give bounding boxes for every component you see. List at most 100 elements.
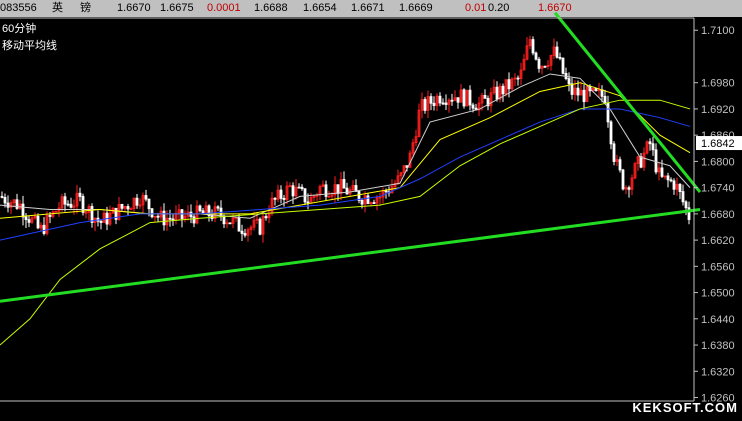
- candle: [495, 81, 499, 102]
- candle-body: [282, 197, 286, 200]
- candle: [648, 138, 652, 151]
- candle-body: [189, 211, 193, 218]
- candle-body: [3, 197, 7, 204]
- candle-body: [648, 141, 652, 145]
- candle: [288, 182, 292, 188]
- candle: [540, 65, 544, 75]
- candle: [297, 183, 301, 189]
- candle-body: [516, 77, 520, 80]
- y-tick-label: 1.7100: [701, 25, 735, 37]
- candle-body: [222, 215, 226, 225]
- moving-averages-layer: [0, 73, 691, 346]
- candle: [27, 215, 31, 228]
- candle: [675, 177, 679, 196]
- candle: [501, 83, 505, 102]
- candle-body: [501, 85, 505, 95]
- candle: [615, 154, 619, 167]
- candle: [603, 89, 607, 105]
- candle-body: [684, 201, 688, 209]
- candle-body: [384, 190, 388, 193]
- candle: [225, 219, 229, 229]
- candle: [525, 37, 529, 61]
- candle-body: [126, 206, 130, 210]
- candle: [645, 140, 649, 155]
- candle: [312, 194, 316, 202]
- candle: [45, 211, 49, 236]
- candle: [309, 192, 313, 203]
- candle: [264, 213, 268, 221]
- candle: [486, 95, 490, 111]
- candle: [528, 35, 532, 50]
- y-tick-label: 1.6380: [701, 340, 735, 352]
- candle: [324, 180, 328, 201]
- candle: [300, 184, 304, 191]
- candle: [621, 168, 625, 191]
- candle: [492, 79, 496, 95]
- candle: [429, 93, 433, 111]
- candle-body: [543, 65, 547, 68]
- candle: [678, 183, 682, 200]
- candle: [585, 84, 589, 103]
- candle-body: [441, 102, 445, 105]
- candle: [420, 92, 424, 119]
- candle: [624, 185, 628, 195]
- candle: [21, 195, 25, 226]
- candle: [537, 56, 541, 73]
- candle: [180, 209, 184, 228]
- candle: [78, 187, 82, 202]
- candle: [249, 225, 253, 236]
- candle-body: [603, 95, 607, 104]
- candle: [6, 195, 10, 213]
- candle: [423, 96, 427, 114]
- candle: [318, 184, 322, 201]
- candle: [531, 36, 535, 56]
- candle-body: [198, 205, 202, 212]
- candle: [246, 227, 250, 242]
- candle: [195, 200, 199, 225]
- candle: [30, 215, 34, 224]
- candle: [552, 38, 556, 59]
- candle: [633, 161, 637, 180]
- candle-body: [273, 197, 277, 200]
- candle: [438, 92, 442, 107]
- candle: [81, 193, 85, 216]
- candle: [642, 147, 646, 171]
- candle-body: [567, 78, 571, 85]
- candles-layer: [0, 35, 691, 243]
- candle-body: [303, 188, 307, 203]
- candle-body: [66, 203, 70, 206]
- candle: [24, 213, 28, 228]
- candle: [396, 169, 400, 186]
- candle-body: [345, 187, 349, 195]
- candle: [483, 89, 487, 99]
- candle: [582, 84, 586, 111]
- candle: [144, 189, 148, 202]
- candle-body: [171, 218, 175, 221]
- candle-body: [627, 187, 631, 190]
- candle-body: [147, 198, 151, 210]
- candle: [321, 180, 325, 188]
- candle: [183, 210, 187, 223]
- candle: [213, 201, 217, 223]
- candle: [303, 188, 307, 206]
- trend-line-resistance: [553, 11, 702, 193]
- period-label: 60分钟: [2, 23, 37, 35]
- candle: [351, 180, 355, 191]
- watermark: KEKSOFT.COM: [632, 400, 738, 415]
- indicator-label: 移动平均线: [2, 40, 57, 52]
- candle-body: [162, 210, 166, 226]
- candle: [276, 184, 280, 203]
- candle: [468, 85, 472, 111]
- candle-body: [69, 203, 73, 208]
- candle: [567, 72, 571, 92]
- y-tick-label: 1.6800: [701, 156, 735, 168]
- candle: [549, 54, 553, 71]
- candle: [102, 210, 106, 223]
- candle: [618, 156, 622, 173]
- candle: [192, 213, 196, 228]
- candle: [294, 179, 298, 200]
- candle-body: [144, 195, 148, 200]
- price-chart[interactable]: 1.71001.69801.69201.68601.68001.67401.66…: [0, 0, 742, 421]
- candle: [342, 171, 346, 189]
- candle: [489, 87, 493, 113]
